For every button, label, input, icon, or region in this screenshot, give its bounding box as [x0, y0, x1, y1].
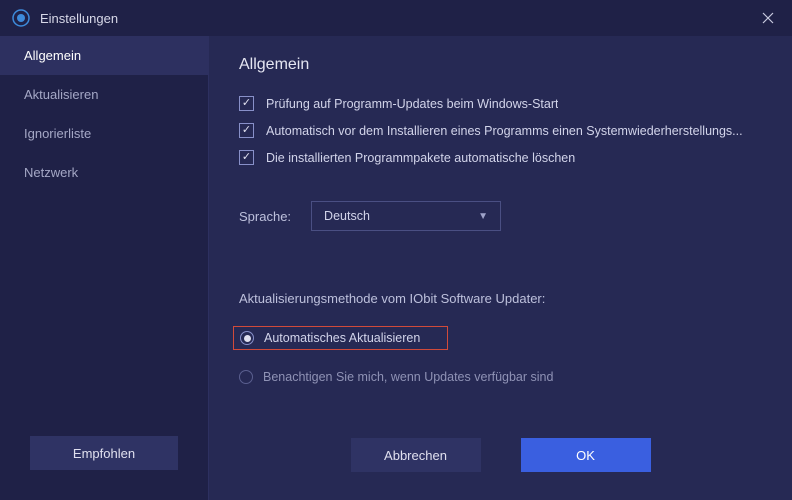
- checkbox-restore[interactable]: [239, 123, 254, 138]
- close-icon: [762, 12, 774, 24]
- recommend-button-label: Empfohlen: [73, 446, 135, 461]
- language-label: Sprache:: [239, 209, 291, 224]
- checkbox-startup[interactable]: [239, 96, 254, 111]
- cancel-button[interactable]: Abbrechen: [351, 438, 481, 472]
- check-label: Die installierten Programmpakete automat…: [266, 151, 575, 165]
- check-label: Prüfung auf Programm-Updates beim Window…: [266, 97, 558, 111]
- titlebar: Einstellungen: [0, 0, 792, 36]
- recommend-button[interactable]: Empfohlen: [30, 436, 178, 470]
- sidebar-item-label: Netzwerk: [24, 165, 78, 180]
- sidebar: Allgemein Aktualisieren Ignorierliste Ne…: [0, 36, 208, 500]
- sidebar-item-netzwerk[interactable]: Netzwerk: [0, 153, 208, 192]
- content-heading: Allgemein: [239, 56, 762, 74]
- radio-label: Benachtigen Sie mich, wenn Updates verfü…: [263, 370, 553, 384]
- radio-highlight-box: Automatisches Aktualisieren: [233, 326, 448, 350]
- check-label: Automatisch vor dem Installieren eines P…: [266, 124, 743, 138]
- checkbox-delete-packages[interactable]: [239, 150, 254, 165]
- language-select-value: Deutsch: [324, 209, 370, 223]
- radio-row-notify: Benachtigen Sie mich, wenn Updates verfü…: [239, 366, 762, 388]
- ok-button[interactable]: OK: [521, 438, 651, 472]
- update-method-label: Aktualisierungsmethode vom IObit Softwar…: [239, 291, 762, 306]
- sidebar-item-label: Ignorierliste: [24, 126, 91, 141]
- close-button[interactable]: [756, 6, 780, 30]
- radio-row-auto: Automatisches Aktualisieren: [239, 322, 762, 354]
- sidebar-spacer: [0, 192, 208, 436]
- ok-button-label: OK: [576, 448, 595, 463]
- main-container: Allgemein Aktualisieren Ignorierliste Ne…: [0, 36, 792, 500]
- language-row: Sprache: Deutsch ▼: [239, 201, 762, 231]
- chevron-down-icon: ▼: [478, 211, 488, 222]
- sidebar-item-label: Aktualisieren: [24, 87, 98, 102]
- app-logo-icon: [12, 9, 30, 27]
- check-row-startup: Prüfung auf Programm-Updates beim Window…: [239, 96, 762, 111]
- content-panel: Allgemein Prüfung auf Programm-Updates b…: [208, 36, 792, 500]
- check-row-restore: Automatisch vor dem Installieren eines P…: [239, 123, 762, 138]
- radio-auto-update[interactable]: [240, 331, 254, 345]
- radio-notify[interactable]: [239, 370, 253, 384]
- button-row: Abbrechen OK: [209, 438, 792, 472]
- check-row-delete-packages: Die installierten Programmpakete automat…: [239, 150, 762, 165]
- window-title: Einstellungen: [40, 11, 118, 26]
- sidebar-item-allgemein[interactable]: Allgemein: [0, 36, 208, 75]
- sidebar-item-label: Allgemein: [24, 48, 81, 63]
- sidebar-item-ignorierliste[interactable]: Ignorierliste: [0, 114, 208, 153]
- language-select[interactable]: Deutsch ▼: [311, 201, 501, 231]
- cancel-button-label: Abbrechen: [384, 448, 447, 463]
- radio-label: Automatisches Aktualisieren: [264, 331, 420, 345]
- sidebar-item-aktualisieren[interactable]: Aktualisieren: [0, 75, 208, 114]
